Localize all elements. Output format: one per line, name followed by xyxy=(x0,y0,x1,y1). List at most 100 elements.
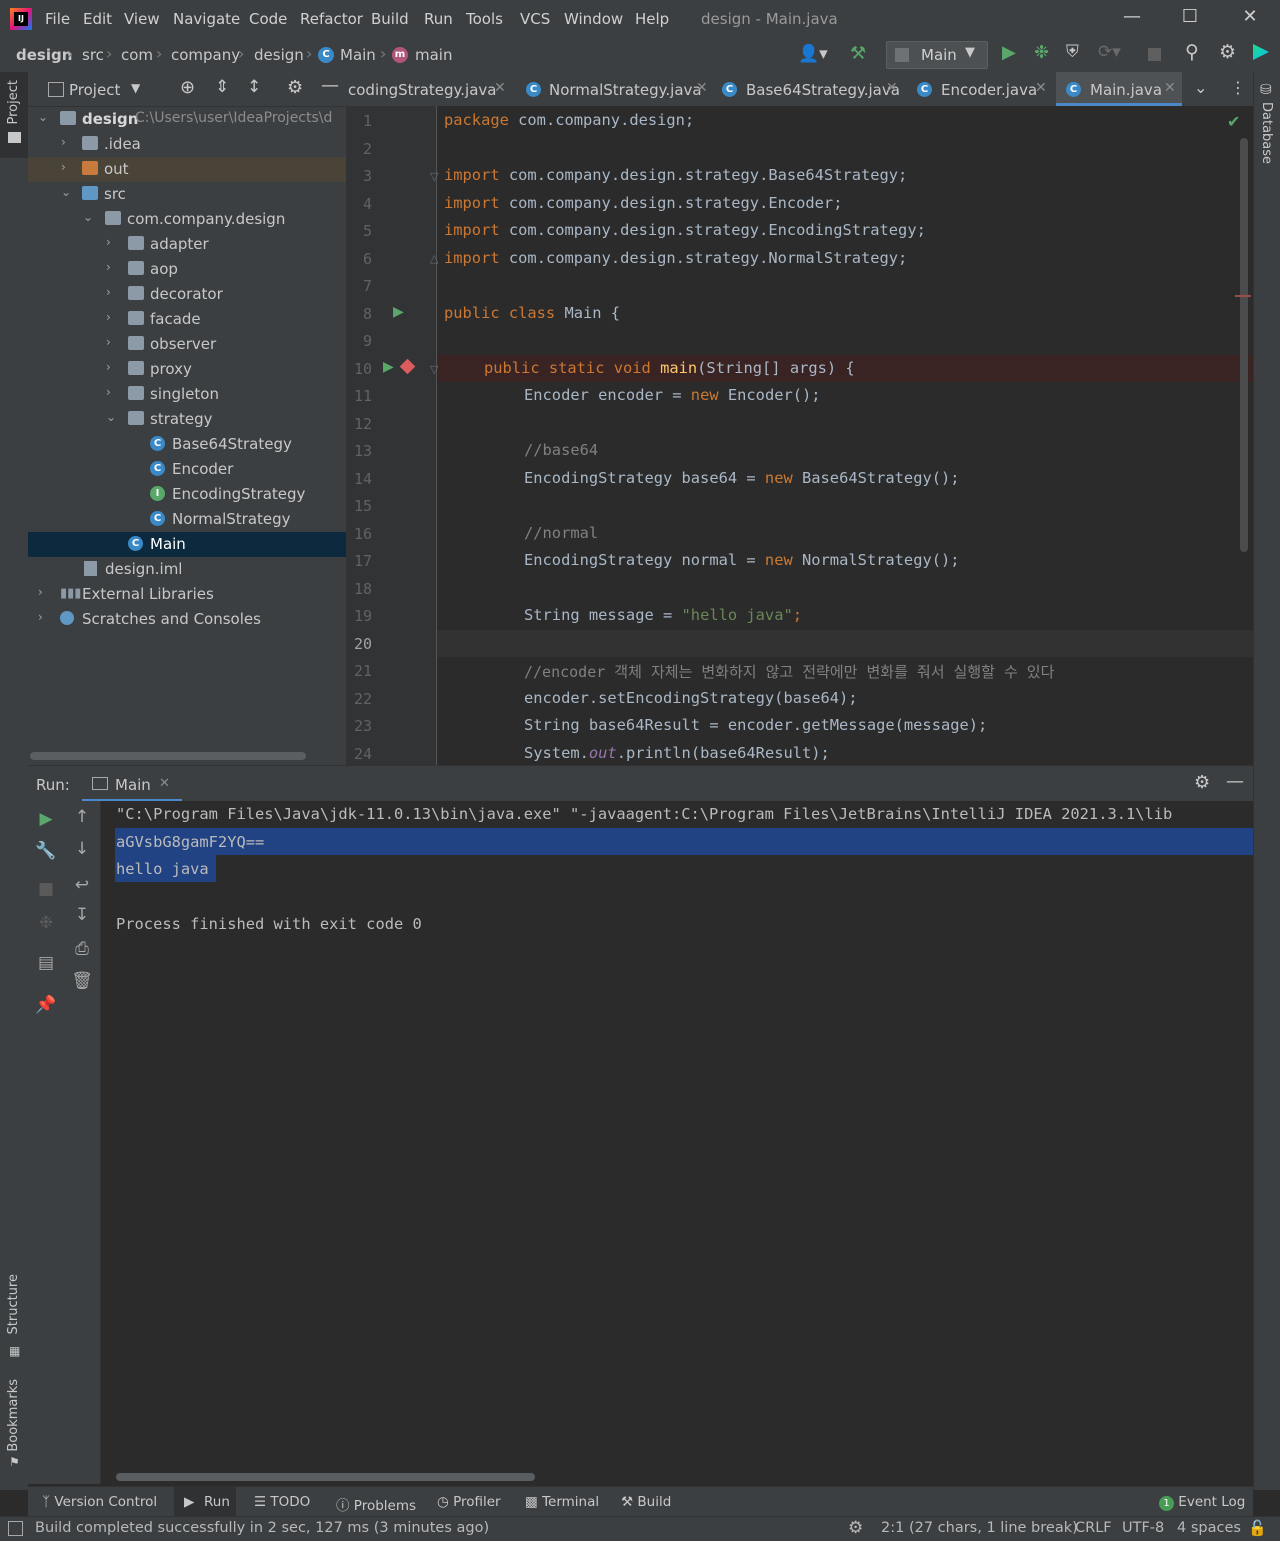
status-message[interactable]: Build completed successfully in 2 sec, 1… xyxy=(35,1520,489,1536)
tab-version-control[interactable]: ᛉ Version Control xyxy=(42,1494,157,1510)
tree-row-out[interactable]: › out xyxy=(28,157,346,182)
close-icon[interactable]: ✕ xyxy=(1035,80,1047,96)
close-icon[interactable]: ✕ xyxy=(159,776,170,791)
wrench-icon[interactable]: 🔧 xyxy=(28,841,64,861)
tab-run[interactable]: ▶ Run xyxy=(174,1487,236,1517)
maximize-button[interactable]: ☐ xyxy=(1170,6,1210,32)
tree-row-scratches[interactable]: › Scratches and Consoles xyxy=(28,607,346,632)
tab-normal-strategy[interactable]: C NormalStrategy.java ✕ xyxy=(524,72,709,106)
menu-window[interactable]: Window xyxy=(564,10,623,28)
tree-row-normalstrategy[interactable]: C NormalStrategy xyxy=(28,507,346,532)
vertical-scrollbar[interactable] xyxy=(1240,138,1248,552)
close-button[interactable]: ✕ xyxy=(1230,6,1270,32)
horizontal-scrollbar[interactable] xyxy=(30,752,306,760)
tree-row-base64strategy[interactable]: C Base64Strategy xyxy=(28,432,346,457)
tab-build[interactable]: ⚒ Build xyxy=(621,1494,671,1510)
print-icon[interactable]: ⎙ xyxy=(64,939,100,959)
bookmarks-tool-tab[interactable]: Bookmarks ⚑ xyxy=(0,1377,28,1477)
menu-refactor[interactable]: Refactor xyxy=(300,10,363,28)
tree-row-observer[interactable]: › observer xyxy=(28,332,346,357)
gear-icon[interactable]: ⚙ xyxy=(1194,772,1210,793)
tree-row-aop[interactable]: › aop xyxy=(28,257,346,282)
breadcrumb-src[interactable]: src xyxy=(82,46,104,64)
build-hammer-icon[interactable]: ⚒ xyxy=(850,43,866,64)
stop-icon[interactable] xyxy=(1148,48,1161,61)
stop-icon[interactable]: ■ xyxy=(28,879,64,899)
fold-icon[interactable]: ▽ xyxy=(430,170,438,183)
tree-row-adapter[interactable]: › adapter xyxy=(28,232,346,257)
tab-encoder[interactable]: C Encoder.java ✕ xyxy=(917,72,1047,106)
tab-profiler[interactable]: ◷ Profiler xyxy=(437,1494,501,1510)
trash-icon[interactable]: 🗑 xyxy=(64,971,100,991)
project-tool-tab[interactable]: Project xyxy=(0,72,28,158)
rerun-icon[interactable]: ▶ xyxy=(28,809,64,829)
tree-row-package[interactable]: ⌄ com.company.design xyxy=(28,207,346,232)
debug-icon[interactable]: ❉ xyxy=(1034,42,1049,63)
breadcrumb-company[interactable]: company xyxy=(171,46,240,64)
caret-position[interactable]: 2:1 (27 chars, 1 line break) xyxy=(881,1520,1078,1536)
collapse-all-icon[interactable]: ↕ xyxy=(247,77,261,97)
hide-panel-icon[interactable]: — xyxy=(321,75,339,96)
file-encoding[interactable]: UTF-8 xyxy=(1122,1520,1164,1536)
tree-row-idea[interactable]: › .idea xyxy=(28,132,346,157)
locate-icon[interactable]: ⊕ xyxy=(180,77,195,98)
menu-help[interactable]: Help xyxy=(635,10,669,28)
menu-vcs[interactable]: VCS xyxy=(520,10,550,28)
breadcrumb-com[interactable]: com xyxy=(121,46,153,64)
soft-wrap-icon[interactable]: ↩ xyxy=(64,875,100,895)
fold-icon[interactable]: ▽ xyxy=(430,363,438,376)
breadcrumb-main-class[interactable]: Main xyxy=(340,46,376,64)
run-gutter-icon[interactable]: ▶ xyxy=(383,359,394,375)
gear-icon[interactable]: ⚙ xyxy=(1219,41,1236,63)
tab-encoding-strategy[interactable]: codingStrategy.java ✕ xyxy=(346,72,511,106)
tree-row-strategy[interactable]: ⌄ strategy xyxy=(28,407,346,432)
tree-row-encodingstrategy[interactable]: I EncodingStrategy xyxy=(28,482,346,507)
menu-file[interactable]: File xyxy=(45,10,70,28)
gear-icon[interactable]: ⚙ xyxy=(287,77,303,98)
code-with-me-icon[interactable] xyxy=(1253,44,1269,60)
tree-row-design-iml[interactable]: design.iml xyxy=(28,557,346,582)
menu-view[interactable]: View xyxy=(124,10,160,28)
project-view-select[interactable]: Project xyxy=(69,81,120,99)
structure-tool-tab[interactable]: Structure ▦ xyxy=(0,1272,28,1362)
debug-settings-icon[interactable]: ❉ xyxy=(28,913,64,933)
tree-row-src[interactable]: ⌄ src xyxy=(28,182,346,207)
breadcrumb-design[interactable]: design xyxy=(16,46,72,64)
search-icon[interactable]: ⚲ xyxy=(1185,41,1199,63)
pin-icon[interactable]: 📌 xyxy=(28,995,64,1015)
fold-icon[interactable]: △ xyxy=(430,252,438,265)
tree-row-main[interactable]: C Main xyxy=(28,532,346,557)
tab-todo[interactable]: ☰ TODO xyxy=(254,1494,310,1510)
console-output[interactable] xyxy=(101,801,1253,1484)
panel-toggle-icon[interactable] xyxy=(8,1521,23,1536)
breadcrumb-design-pkg[interactable]: design xyxy=(254,46,304,64)
menu-navigate[interactable]: Navigate xyxy=(173,10,240,28)
expand-all-icon[interactable]: ⇕ xyxy=(215,77,229,97)
arrow-down-icon[interactable]: ↓ xyxy=(64,839,100,859)
more-options-icon[interactable]: ⋮ xyxy=(1230,78,1246,97)
close-icon[interactable]: ✕ xyxy=(696,80,708,96)
layout-icon[interactable]: ▤ xyxy=(28,953,64,973)
add-user-icon[interactable]: 👤▾ xyxy=(798,44,828,64)
tree-row-external-libraries[interactable]: › ▮▮▮ External Libraries xyxy=(28,582,346,607)
menu-code[interactable]: Code xyxy=(249,10,287,28)
menu-build[interactable]: Build xyxy=(371,10,409,28)
lock-icon[interactable]: 🔓 xyxy=(1248,1519,1267,1537)
tab-terminal[interactable]: ▩ Terminal xyxy=(525,1494,599,1510)
background-tasks-icon[interactable]: ⚙ xyxy=(848,1518,863,1538)
hide-panel-icon[interactable]: — xyxy=(1226,771,1244,792)
close-icon[interactable]: ✕ xyxy=(886,80,898,96)
tree-row-singleton[interactable]: › singleton xyxy=(28,382,346,407)
minimize-button[interactable]: — xyxy=(1112,6,1152,32)
horizontal-scrollbar[interactable] xyxy=(116,1473,535,1481)
breadcrumb-main-method[interactable]: main xyxy=(415,46,452,64)
chevron-down-icon[interactable]: ▼ xyxy=(131,81,140,95)
database-tool-tab[interactable]: ⛁ Database xyxy=(1254,80,1280,170)
line-separator[interactable]: CRLF xyxy=(1075,1520,1112,1536)
tab-problems[interactable]: ⓘ Problems xyxy=(336,1494,416,1514)
tree-row-facade[interactable]: › facade xyxy=(28,307,346,332)
tree-row-encoder[interactable]: C Encoder xyxy=(28,457,346,482)
run-config-select[interactable]: Main ▼ xyxy=(886,41,988,69)
menu-tools[interactable]: Tools xyxy=(466,10,503,28)
tree-row-proxy[interactable]: › proxy xyxy=(28,357,346,382)
